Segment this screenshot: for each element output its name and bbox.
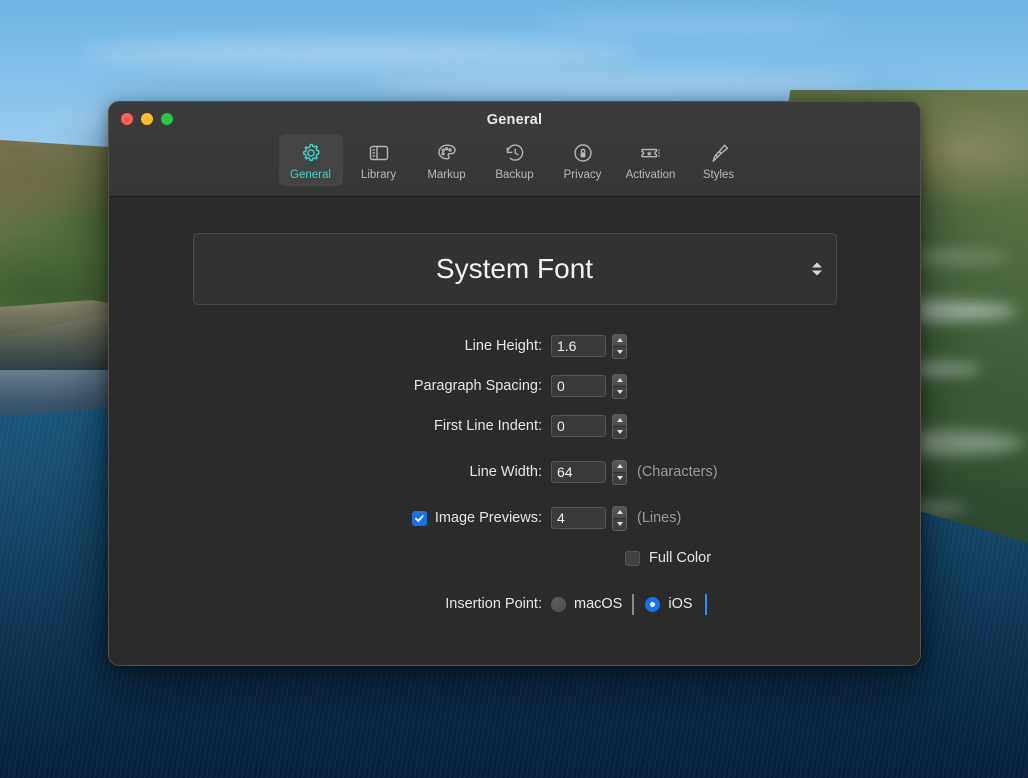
full-color-label: Full Color bbox=[649, 550, 712, 566]
font-selector-value: System Font bbox=[435, 253, 594, 284]
preferences-window: General General Library Markup Backup Pr… bbox=[108, 101, 921, 666]
insertion-point-option-macos[interactable]: macOS bbox=[551, 596, 622, 612]
tab-markup[interactable]: Markup bbox=[415, 134, 479, 186]
line-height-stepper[interactable] bbox=[612, 333, 627, 359]
paragraph-spacing-label: Paragraph Spacing: bbox=[413, 378, 542, 394]
line-height-label: Line Height: bbox=[464, 338, 542, 354]
insertion-point-option-ios[interactable]: iOS bbox=[645, 596, 693, 612]
settings-form: Line Height: 1.6 Paragraph Spacing: 0 Fi… bbox=[109, 331, 920, 619]
tab-library[interactable]: Library bbox=[347, 134, 411, 186]
font-selector[interactable]: System Font bbox=[192, 233, 837, 305]
row-paragraph-spacing: Paragraph Spacing: 0 bbox=[109, 371, 920, 401]
radio-ios[interactable] bbox=[645, 596, 661, 612]
image-previews-unit: (Lines) bbox=[637, 510, 682, 526]
image-previews-checkbox[interactable] bbox=[411, 510, 427, 526]
row-image-previews: Image Previews: 4 (Lines) bbox=[109, 503, 920, 533]
radio-macos-label: macOS bbox=[574, 596, 623, 612]
image-previews-stepper[interactable] bbox=[612, 505, 627, 531]
paintbrush-icon bbox=[707, 140, 731, 166]
desktop-background: General General Library Markup Backup Pr… bbox=[0, 0, 1028, 778]
window-titlebar: General General Library Markup Backup Pr… bbox=[109, 102, 920, 197]
insertion-point-radio-group: macOS iOS bbox=[551, 593, 708, 615]
full-color-checkbox[interactable] bbox=[625, 550, 640, 566]
tab-markup-label: Markup bbox=[427, 169, 466, 181]
preferences-content: System Font Line Height: 1.6 Paragraph S… bbox=[109, 197, 920, 665]
ios-caret-preview bbox=[704, 593, 708, 615]
tab-styles[interactable]: Styles bbox=[687, 134, 751, 186]
tab-library-label: Library bbox=[360, 169, 397, 181]
insertion-point-label: Insertion Point: bbox=[445, 596, 542, 612]
sidebar-icon bbox=[367, 140, 391, 166]
tab-backup[interactable]: Backup bbox=[483, 134, 547, 186]
full-color-group[interactable]: Full Color bbox=[625, 550, 711, 566]
first-line-indent-stepper[interactable] bbox=[612, 413, 627, 439]
cloud bbox=[534, 18, 843, 32]
row-first-line-indent: First Line Indent: 0 bbox=[109, 411, 920, 441]
window-title: General bbox=[486, 112, 543, 128]
gear-icon bbox=[299, 140, 323, 166]
radio-macos[interactable] bbox=[551, 596, 566, 612]
chevron-updown-icon[interactable] bbox=[811, 262, 822, 276]
line-width-label: Line Width: bbox=[469, 464, 542, 480]
tab-privacy-label: Privacy bbox=[563, 169, 602, 181]
tab-styles-label: Styles bbox=[702, 169, 735, 181]
tab-general[interactable]: General bbox=[278, 134, 343, 186]
image-previews-label-group: Image Previews: bbox=[109, 510, 551, 526]
line-height-input[interactable]: 1.6 bbox=[551, 335, 606, 357]
first-line-indent-input[interactable]: 0 bbox=[551, 415, 606, 437]
macos-caret-preview bbox=[632, 593, 635, 615]
paragraph-spacing-input[interactable]: 0 bbox=[551, 375, 606, 397]
tab-backup-label: Backup bbox=[495, 169, 534, 181]
tab-privacy[interactable]: Privacy bbox=[551, 134, 615, 186]
line-width-input[interactable]: 64 bbox=[551, 461, 606, 483]
image-previews-input[interactable]: 4 bbox=[551, 507, 606, 529]
first-line-indent-label: First Line Indent: bbox=[434, 418, 542, 434]
tab-activation-label: Activation bbox=[625, 169, 676, 181]
radio-ios-label: iOS bbox=[668, 596, 693, 612]
paragraph-spacing-stepper[interactable] bbox=[612, 373, 627, 399]
preferences-toolbar: General Library Markup Backup Privacy Ac… bbox=[109, 134, 920, 186]
lock-circle-icon bbox=[571, 140, 595, 166]
row-full-color: Full Color bbox=[109, 543, 920, 573]
ticket-star-icon bbox=[638, 140, 664, 166]
cloud bbox=[370, 72, 864, 94]
row-line-height: Line Height: 1.6 bbox=[109, 331, 920, 361]
image-previews-label: Image Previews: bbox=[434, 510, 542, 526]
tab-activation[interactable]: Activation bbox=[619, 134, 683, 186]
tab-general-label: General bbox=[290, 169, 331, 181]
cloud bbox=[82, 40, 638, 68]
row-line-width: Line Width: 64 (Characters) bbox=[109, 457, 920, 487]
palette-icon bbox=[435, 140, 459, 166]
line-width-stepper[interactable] bbox=[612, 459, 627, 485]
clock-rewind-icon bbox=[503, 140, 527, 166]
row-insertion-point: Insertion Point: macOS iOS bbox=[109, 589, 920, 619]
line-width-unit: (Characters) bbox=[637, 464, 718, 480]
